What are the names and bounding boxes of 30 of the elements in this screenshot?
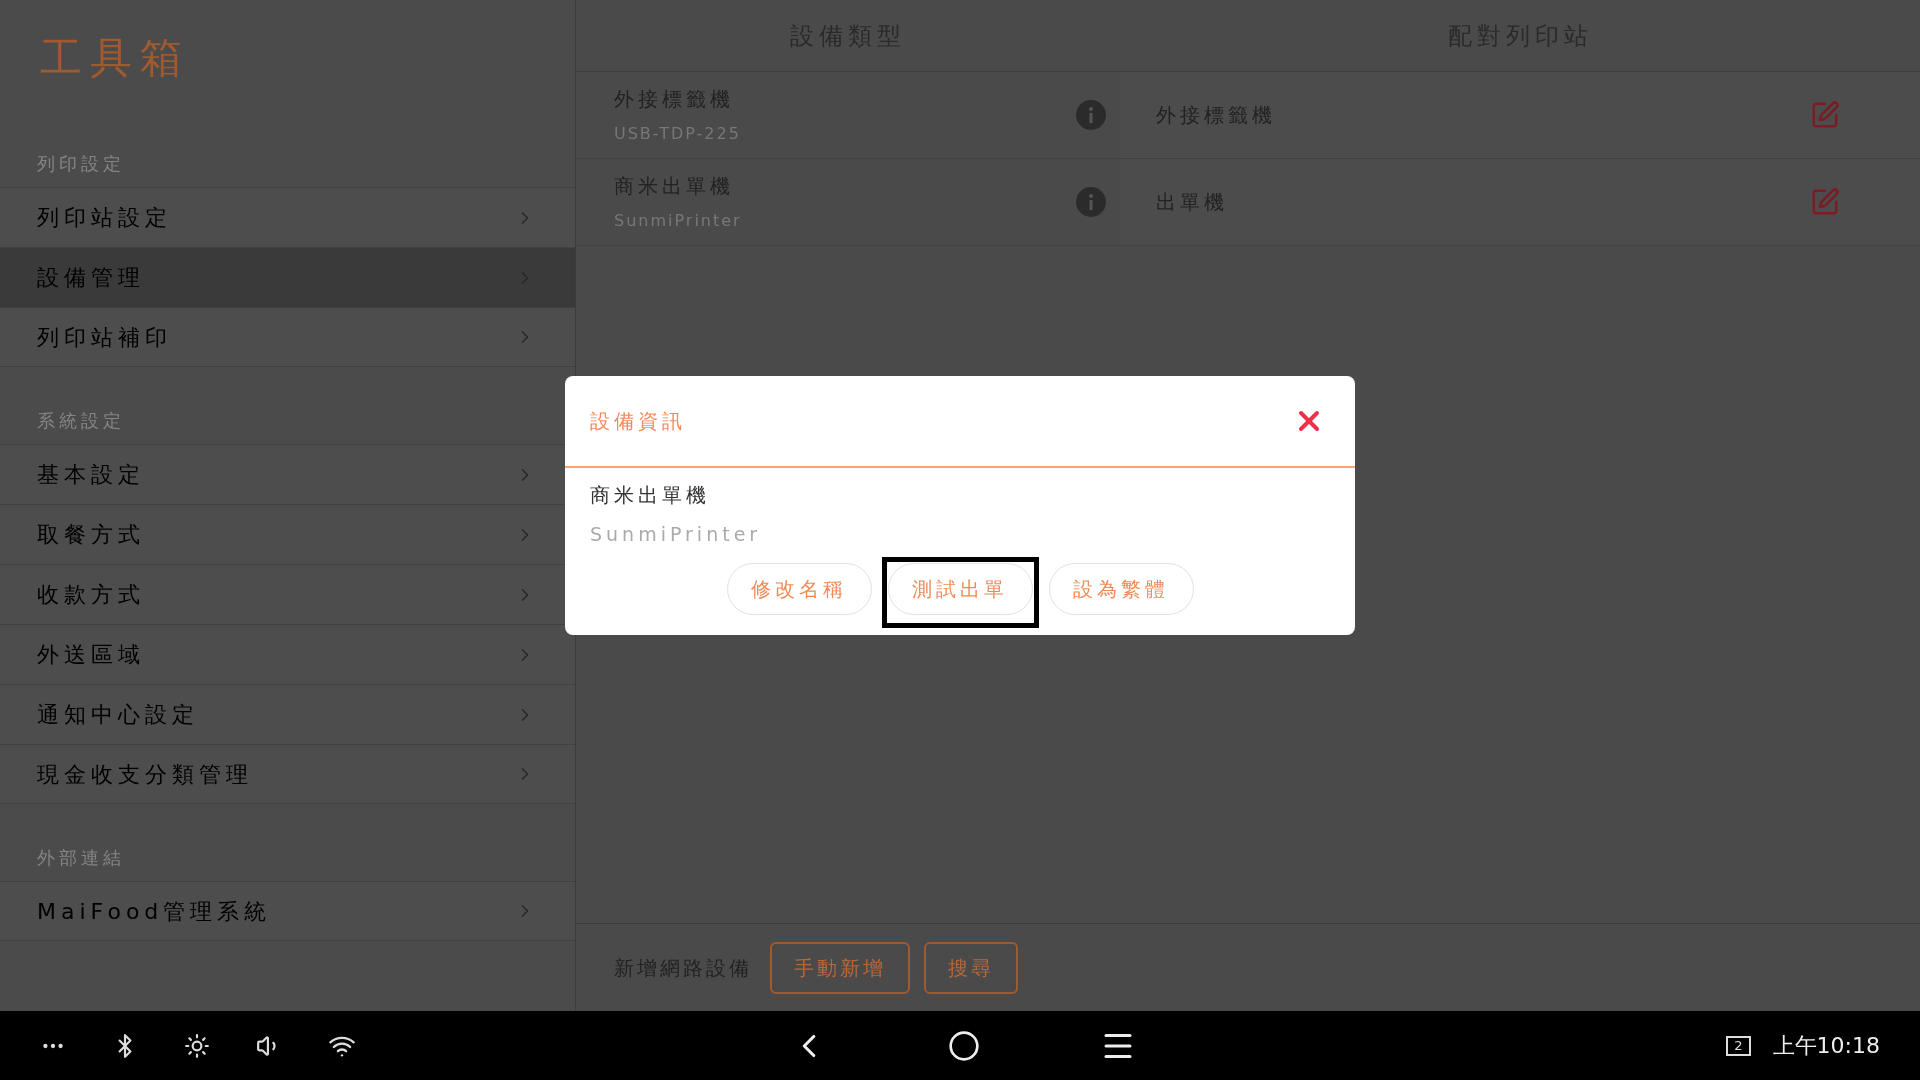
dialog-device-model: SunmiPrinter — [590, 522, 763, 547]
footer-button[interactable]: 搜尋 — [924, 941, 1018, 994]
sidebar-item-label: 列印站設定 — [37, 204, 172, 232]
sidebar-item-label: 基本設定 — [37, 461, 145, 489]
sidebar-item[interactable]: 列印站補印 — [0, 307, 575, 367]
sidebar-item[interactable]: 現金收支分類管理 — [0, 744, 575, 804]
sidebar-item-label: 通知中心設定 — [37, 701, 199, 729]
sidebar-item-label: MaiFood管理系統 — [37, 897, 272, 926]
home-icon[interactable] — [948, 1029, 981, 1062]
dialog-title: 設備資訊 — [590, 408, 686, 435]
sidebar-title: 工具箱 — [39, 32, 191, 84]
screen-badge[interactable]: 2 — [1726, 1035, 1751, 1056]
dialog-button[interactable]: 設為繁體 — [1048, 562, 1194, 615]
sidebar-item-label: 取餐方式 — [37, 521, 145, 549]
section-heading: 列印設定 — [36, 152, 126, 176]
brightness-icon[interactable] — [184, 1032, 210, 1059]
sidebar-item-label: 現金收支分類管理 — [37, 760, 253, 789]
sidebar-item[interactable]: 設備管理 — [0, 247, 575, 307]
section-heading: 外部連結 — [36, 846, 126, 870]
sidebar-item-label: 外送區域 — [37, 641, 145, 669]
dialog-button[interactable]: 修改名稱 — [726, 562, 872, 615]
section-heading: 系統設定 — [36, 409, 126, 433]
sidebar-item-label: 收款方式 — [37, 581, 145, 609]
dialog-device-name: 商米出單機 — [590, 482, 711, 509]
dialog-button[interactable]: 測試出單 — [887, 562, 1033, 615]
sidebar-item-label: 設備管理 — [37, 264, 145, 292]
footer-button[interactable]: 手動新增 — [770, 941, 910, 994]
sidebar-item-label: 列印站補印 — [37, 323, 172, 352]
sidebar-item[interactable]: MaiFood管理系統 — [0, 881, 575, 941]
clock: 上午10:18 — [1772, 1032, 1880, 1060]
